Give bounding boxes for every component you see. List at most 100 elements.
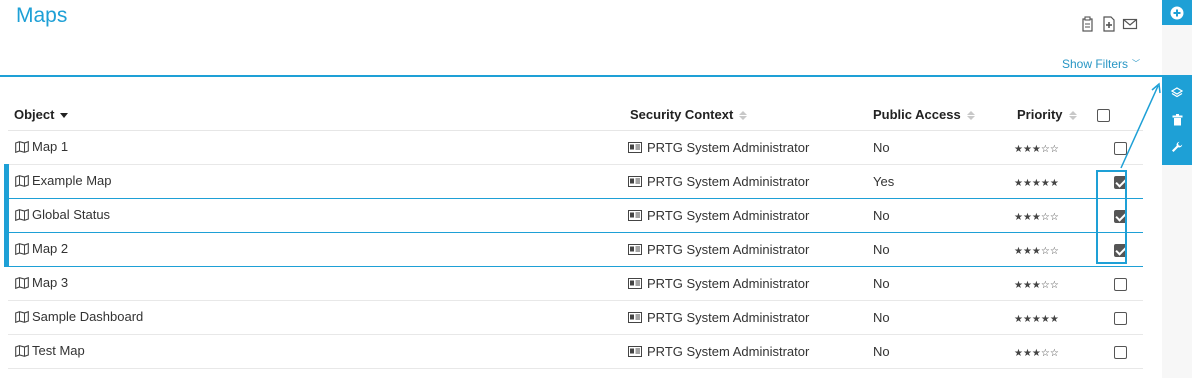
public-access-cell: No <box>863 130 1011 165</box>
add-document-icon[interactable] <box>1101 16 1117 32</box>
map-name-link[interactable]: Map 2 <box>32 241 68 256</box>
security-context-text: PRTG System Administrator <box>647 343 810 359</box>
security-context-text: PRTG System Administrator <box>647 275 810 291</box>
security-context-text: PRTG System Administrator <box>647 241 810 257</box>
table-row[interactable]: Map 1 PRTG System Administrator No ★★★☆☆ <box>8 130 1143 165</box>
public-access-cell: No <box>863 300 1011 335</box>
priority-stars[interactable]: ★★★★★ <box>1014 314 1059 325</box>
row-checkbox[interactable] <box>1113 176 1127 190</box>
table-row[interactable]: Test Map PRTG System Administrator No ★★★☆☆ <box>8 334 1143 369</box>
object-cell: Sample Dashboard <box>8 300 619 335</box>
priority-stars[interactable]: ★★★☆☆ <box>1014 212 1059 223</box>
security-context-text: PRTG System Administrator <box>647 309 810 325</box>
select-all-checkbox[interactable] <box>1097 109 1110 123</box>
sort-icon <box>1068 111 1077 121</box>
public-access-value: Yes <box>873 174 895 189</box>
select-cell <box>1097 198 1143 233</box>
map-name-link[interactable]: Example Map <box>32 173 111 188</box>
table-row[interactable]: Global Status PRTG System Administrator No… <box>4 197 1143 233</box>
priority-cell: ★★★☆☆ <box>1011 232 1097 267</box>
select-cell <box>1097 266 1143 301</box>
add-button[interactable] <box>1162 0 1192 25</box>
map-name-link[interactable]: Global Status <box>32 207 110 222</box>
security-context-cell: PRTG System Administrator <box>619 300 863 335</box>
table-body: Map 1 PRTG System Administrator No ★★★☆☆ Exa… <box>4 130 1143 369</box>
security-context-text: PRTG System Administrator <box>647 139 810 155</box>
clipboard-icon[interactable] <box>1080 16 1096 32</box>
column-label-object: Object <box>14 107 55 122</box>
email-icon[interactable] <box>1122 16 1138 32</box>
row-checkbox[interactable] <box>1113 312 1127 326</box>
column-header-security-context[interactable]: Security Context <box>619 99 863 131</box>
priority-stars[interactable]: ★★★☆☆ <box>1014 144 1059 155</box>
priority-stars[interactable]: ★★★★★ <box>1014 178 1059 189</box>
public-access-cell: No <box>863 232 1011 267</box>
object-cell: Map 3 <box>8 266 619 301</box>
security-context-cell: PRTG System Administrator <box>619 334 863 369</box>
public-access-value: No <box>873 242 890 257</box>
security-context-cell: PRTG System Administrator <box>619 164 863 199</box>
object-cell: Global Status <box>4 197 619 233</box>
map-name-link[interactable]: Map 1 <box>32 139 68 154</box>
security-context-cell: PRTG System Administrator <box>619 232 863 267</box>
priority-stars[interactable]: ★★★☆☆ <box>1014 246 1059 257</box>
object-cell: Example Map <box>4 164 619 200</box>
map-icon <box>15 344 29 360</box>
sort-desc-icon <box>60 113 69 119</box>
map-name-link[interactable]: Map 3 <box>32 275 68 290</box>
public-access-cell: No <box>863 266 1011 301</box>
row-checkbox[interactable] <box>1113 278 1127 292</box>
wrench-icon[interactable] <box>1171 141 1183 153</box>
public-access-value: No <box>873 140 890 155</box>
map-icon <box>15 310 29 326</box>
table-row[interactable]: Map 3 PRTG System Administrator No ★★★☆☆ <box>8 266 1143 301</box>
sort-icon <box>739 111 748 121</box>
priority-stars[interactable]: ★★★☆☆ <box>1014 280 1059 291</box>
select-cell <box>1097 334 1143 369</box>
map-name-link[interactable]: Sample Dashboard <box>32 309 143 324</box>
security-context-cell: PRTG System Administrator <box>619 130 863 165</box>
priority-cell: ★★★☆☆ <box>1011 266 1097 301</box>
security-context-text: PRTG System Administrator <box>647 173 810 189</box>
show-filters-link[interactable]: Show Filters ﹀ <box>1062 57 1140 71</box>
column-header-priority[interactable]: Priority <box>1011 99 1097 131</box>
public-access-value: No <box>873 310 890 325</box>
map-icon <box>15 140 29 156</box>
column-header-object[interactable]: Object <box>8 99 619 131</box>
user-card-icon <box>628 141 642 156</box>
public-access-value: No <box>873 276 890 291</box>
priority-stars[interactable]: ★★★☆☆ <box>1014 348 1059 359</box>
column-label-security-context: Security Context <box>630 107 734 122</box>
object-cell: Map 1 <box>8 130 619 165</box>
security-context-cell: PRTG System Administrator <box>619 266 863 301</box>
table-row[interactable]: Map 2 PRTG System Administrator No ★★★☆☆ <box>4 231 1143 267</box>
row-checkbox[interactable] <box>1113 346 1127 360</box>
layers-icon[interactable] <box>1171 86 1183 99</box>
row-checkbox[interactable] <box>1113 244 1127 258</box>
row-checkbox[interactable] <box>1113 210 1127 224</box>
priority-cell: ★★★★★ <box>1011 164 1097 199</box>
object-cell: Test Map <box>8 334 619 369</box>
trash-icon[interactable] <box>1172 113 1183 126</box>
map-name-link[interactable]: Test Map <box>32 343 85 358</box>
priority-cell: ★★★★★ <box>1011 300 1097 335</box>
user-card-icon <box>628 277 642 292</box>
header-divider <box>0 75 1162 77</box>
map-icon <box>15 242 29 258</box>
map-icon <box>15 276 29 292</box>
page-title: Maps <box>16 4 68 27</box>
public-access-cell: No <box>863 334 1011 369</box>
show-filters-label: Show Filters <box>1061 57 1128 71</box>
column-header-public-access[interactable]: Public Access <box>863 99 1011 131</box>
user-card-icon <box>628 175 642 190</box>
column-label-public-access: Public Access <box>873 107 961 122</box>
side-toolbar <box>1162 0 1192 378</box>
column-label-priority: Priority <box>1017 107 1063 122</box>
user-card-icon <box>628 243 642 258</box>
select-cell <box>1097 300 1143 335</box>
table-row[interactable]: Sample Dashboard PRTG System Administrato… <box>8 300 1143 335</box>
table-row[interactable]: Example Map PRTG System Administrator Yes ★… <box>4 164 1143 200</box>
priority-cell: ★★★☆☆ <box>1011 198 1097 233</box>
maps-table: Object Security Context Public Access Pr… <box>4 99 1143 369</box>
page-actions <box>1080 16 1138 32</box>
